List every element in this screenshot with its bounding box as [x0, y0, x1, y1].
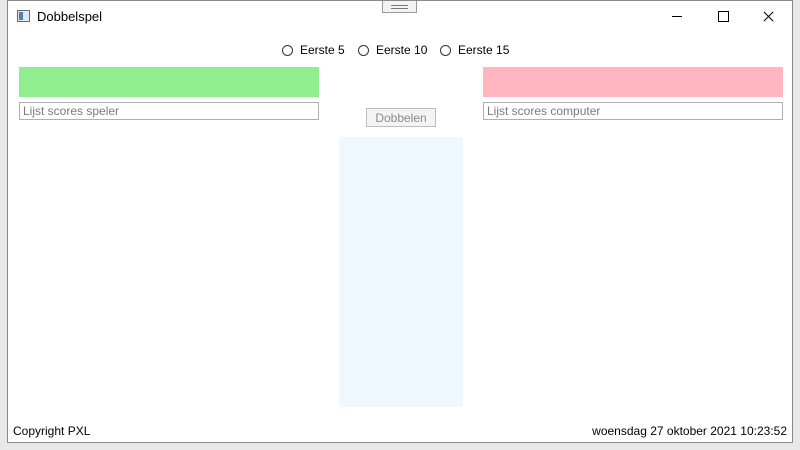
player-score-panel: [19, 67, 319, 97]
copyright-label: Copyright PXL: [13, 424, 91, 438]
player-scores-list[interactable]: [19, 102, 319, 120]
radio-eerste-10[interactable]: Eerste 10: [358, 43, 427, 57]
computer-scores-list[interactable]: [483, 102, 783, 120]
radio-label: Eerste 10: [376, 43, 428, 57]
radio-circle-icon[interactable]: [282, 44, 293, 56]
close-button[interactable]: [746, 1, 792, 31]
app-window-icon: [17, 10, 30, 22]
radio-eerste-15[interactable]: Eerste 15: [440, 43, 509, 57]
radio-circle-icon[interactable]: [358, 44, 369, 56]
roll-dice-button[interactable]: Dobbelen: [366, 108, 436, 127]
window-title: Dobbelspel: [37, 9, 103, 24]
radio-label: Eerste 15: [458, 43, 510, 57]
radio-eerste-5[interactable]: Eerste 5: [282, 43, 345, 57]
computer-score-panel: [483, 67, 783, 97]
maximize-button[interactable]: [700, 1, 746, 31]
datetime-label: woensdag 27 oktober 2021 10:23:52: [592, 424, 787, 438]
drag-grip-icon[interactable]: [382, 1, 417, 13]
app-window: Dobbelspel Eerste 5 Eerste 10 Eerste 15 …: [7, 0, 793, 443]
radio-label: Eerste 5: [300, 43, 345, 57]
radio-circle-icon[interactable]: [440, 44, 451, 56]
minimize-button[interactable]: [654, 1, 700, 31]
title-bar[interactable]: Dobbelspel: [8, 1, 792, 32]
dice-area: [339, 137, 463, 407]
